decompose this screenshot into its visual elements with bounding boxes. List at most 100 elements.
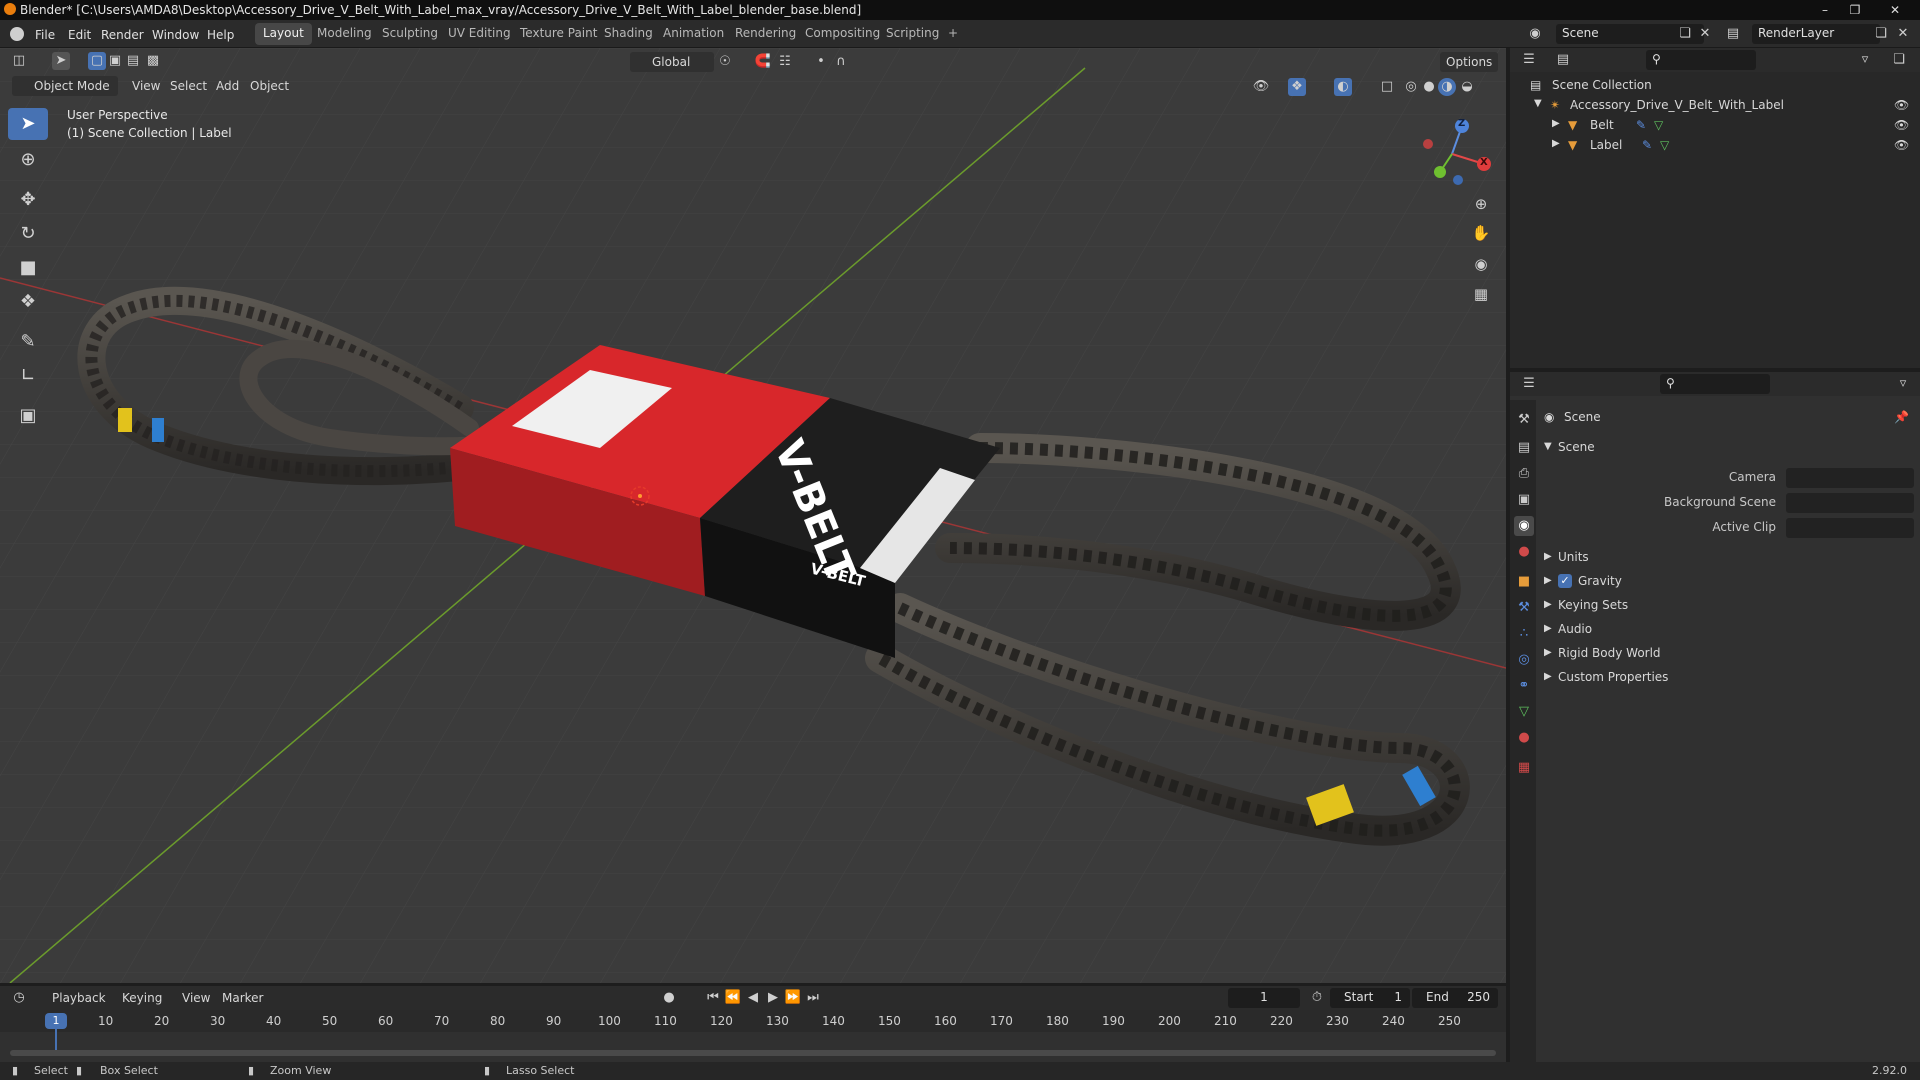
tab-shading[interactable]: Shading [596, 23, 661, 45]
active-clip-field[interactable] [1786, 518, 1914, 538]
editor-type-icon[interactable]: ◫ [10, 52, 28, 70]
subpanel-audio[interactable]: ▶ Audio [1540, 619, 1915, 641]
tab-animation[interactable]: Animation [655, 23, 732, 45]
particles-tab-icon[interactable]: ∴ [1514, 624, 1534, 644]
modifier-tab-icon[interactable]: ⚒ [1514, 598, 1534, 618]
jump-end-icon[interactable]: ⏭ [804, 989, 822, 1007]
select-intersect-icon[interactable]: ▩ [144, 52, 162, 70]
delete-scene-icon[interactable]: ✕ [1696, 25, 1714, 43]
tab-rendering[interactable]: Rendering [727, 23, 804, 45]
expand-arrow-icon[interactable]: ▼ [1534, 98, 1542, 109]
filter-icon[interactable]: ▿ [1856, 51, 1874, 69]
new-renderlayer-icon[interactable]: ❏ [1872, 25, 1890, 43]
scene-tab-icon[interactable]: ◉ [1514, 516, 1534, 536]
outliner-row-collection[interactable]: ▼ ✴ Accessory_Drive_V_Belt_With_Label 👁 [1510, 96, 1920, 116]
subpanel-gravity[interactable]: ▶ ✓ Gravity [1540, 571, 1915, 593]
zoom-icon[interactable]: ⊕ [1468, 191, 1494, 217]
pivot-icon[interactable]: ☉ [716, 53, 734, 71]
select-box-tool-icon[interactable]: ➤ [8, 108, 48, 140]
snap-icon[interactable]: 🧲 [754, 53, 772, 71]
subpanel-rigid-body-world[interactable]: ▶ Rigid Body World [1540, 643, 1915, 665]
gizmo-toggle-icon[interactable]: ❖ [1288, 78, 1306, 96]
add-workspace-button[interactable]: + [940, 23, 966, 45]
move-tool-icon[interactable]: ✥ [8, 184, 48, 216]
new-collection-icon[interactable]: ❏ [1890, 51, 1908, 69]
restore-icon[interactable]: ❐ [1840, 0, 1870, 20]
visibility-eye-icon[interactable]: 👁 [1894, 118, 1909, 132]
menu-edit[interactable]: Edit [68, 28, 91, 42]
falloff-icon[interactable]: ∩ [832, 53, 850, 71]
texture-tab-icon[interactable]: ▦ [1514, 758, 1534, 778]
play-icon[interactable]: ▶ [764, 989, 782, 1007]
scene-panel-header[interactable]: ▼ Scene [1540, 437, 1915, 459]
material-shading-icon[interactable]: ◑ [1438, 78, 1456, 96]
camera-view-icon[interactable]: ◉ [1468, 251, 1494, 277]
data-tab-icon[interactable]: ▽ [1514, 702, 1534, 722]
menu-file[interactable]: File [35, 28, 55, 42]
options-dropdown[interactable]: Options [1440, 52, 1499, 72]
visibility-eye-icon[interactable]: 👁 [1894, 138, 1909, 152]
menu-playback[interactable]: Playback [46, 988, 112, 1008]
menu-marker[interactable]: Marker [216, 988, 269, 1008]
prev-keyframe-icon[interactable]: ⏪ [724, 989, 742, 1007]
outliner-editor-icon[interactable]: ☰ [1520, 51, 1538, 69]
rendered-shading-icon[interactable]: ◒ [1458, 78, 1476, 96]
stopwatch-icon[interactable]: ⏱ [1308, 989, 1326, 1007]
constraints-tab-icon[interactable]: ⚭ [1514, 676, 1534, 696]
timeline-editor-icon[interactable]: ◷ [10, 989, 28, 1007]
renderlayer-icon[interactable]: ▤ [1724, 25, 1742, 43]
overlay-toggle-icon[interactable]: ◐ [1334, 78, 1352, 96]
delete-renderlayer-icon[interactable]: ✕ [1894, 25, 1912, 43]
mode-selector[interactable]: Object Mode [12, 76, 118, 96]
menu-select[interactable]: Select [164, 76, 213, 96]
camera-field[interactable] [1786, 468, 1914, 488]
menu-timeline-view[interactable]: View [176, 988, 216, 1008]
scale-tool-icon[interactable]: ■ [8, 252, 48, 284]
view-layer-tab-icon[interactable]: ▣ [1514, 490, 1534, 510]
gravity-checkbox[interactable]: ✓ [1558, 574, 1572, 588]
subpanel-custom-properties[interactable]: ▶ Custom Properties [1540, 667, 1915, 689]
background-scene-field[interactable] [1786, 493, 1914, 513]
timeline-scrollbar[interactable] [10, 1050, 1496, 1056]
xray-icon[interactable]: □ [1378, 78, 1396, 96]
material-tab-icon[interactable]: ● [1514, 728, 1534, 748]
menu-object[interactable]: Object [244, 76, 295, 96]
properties-options-icon[interactable]: ▿ [1894, 375, 1912, 393]
wireframe-shading-icon[interactable]: ◎ [1402, 78, 1420, 96]
snap-increment-icon[interactable]: ☷ [776, 53, 794, 71]
properties-search[interactable]: ⚲ [1660, 374, 1770, 394]
tab-uv-editing[interactable]: UV Editing [440, 23, 519, 45]
outliner-row-belt[interactable]: ▶ ▼ Belt ✎ ▽ 👁 [1510, 116, 1920, 136]
visibility-eye-icon[interactable]: 👁 [1894, 98, 1909, 112]
pin-icon[interactable]: 📌 [1894, 410, 1909, 424]
visibility-icon[interactable]: 👁 [1252, 78, 1270, 96]
ortho-grid-icon[interactable]: ▦ [1468, 281, 1494, 307]
menu-view[interactable]: View [126, 76, 166, 96]
scene-icon[interactable]: ◉ [1526, 25, 1544, 43]
rotate-tool-icon[interactable]: ↻ [8, 218, 48, 250]
blender-menu-icon[interactable] [10, 27, 24, 41]
tab-texture-paint[interactable]: Texture Paint [512, 23, 605, 45]
proportional-edit-icon[interactable]: • [812, 53, 830, 71]
tab-sculpting[interactable]: Sculpting [374, 23, 446, 45]
select-subtract-icon[interactable]: ▤ [124, 52, 142, 70]
select-new-icon[interactable]: ▢ [88, 52, 106, 70]
current-frame-field[interactable]: 1 [1228, 988, 1300, 1008]
menu-keying[interactable]: Keying [116, 988, 168, 1008]
world-tab-icon[interactable]: ● [1514, 542, 1534, 562]
menu-window[interactable]: Window [152, 28, 199, 42]
tab-modeling[interactable]: Modeling [309, 23, 380, 45]
tab-compositing[interactable]: Compositing [797, 23, 888, 45]
display-mode-icon[interactable]: ▤ [1554, 51, 1572, 69]
expand-arrow-icon[interactable]: ▶ [1552, 118, 1560, 129]
menu-help[interactable]: Help [207, 28, 234, 42]
properties-editor-icon[interactable]: ☰ [1520, 375, 1538, 393]
measure-tool-icon[interactable]: ∟ [8, 360, 48, 392]
object-tab-icon[interactable]: ■ [1514, 572, 1534, 592]
end-frame-field[interactable]: End 250 [1412, 988, 1498, 1008]
subpanel-units[interactable]: ▶ Units [1540, 547, 1915, 569]
menu-render[interactable]: Render [101, 28, 144, 42]
outliner-search[interactable]: ⚲ [1646, 50, 1756, 70]
new-scene-icon[interactable]: ❏ [1676, 25, 1694, 43]
play-reverse-icon[interactable]: ◀ [744, 989, 762, 1007]
